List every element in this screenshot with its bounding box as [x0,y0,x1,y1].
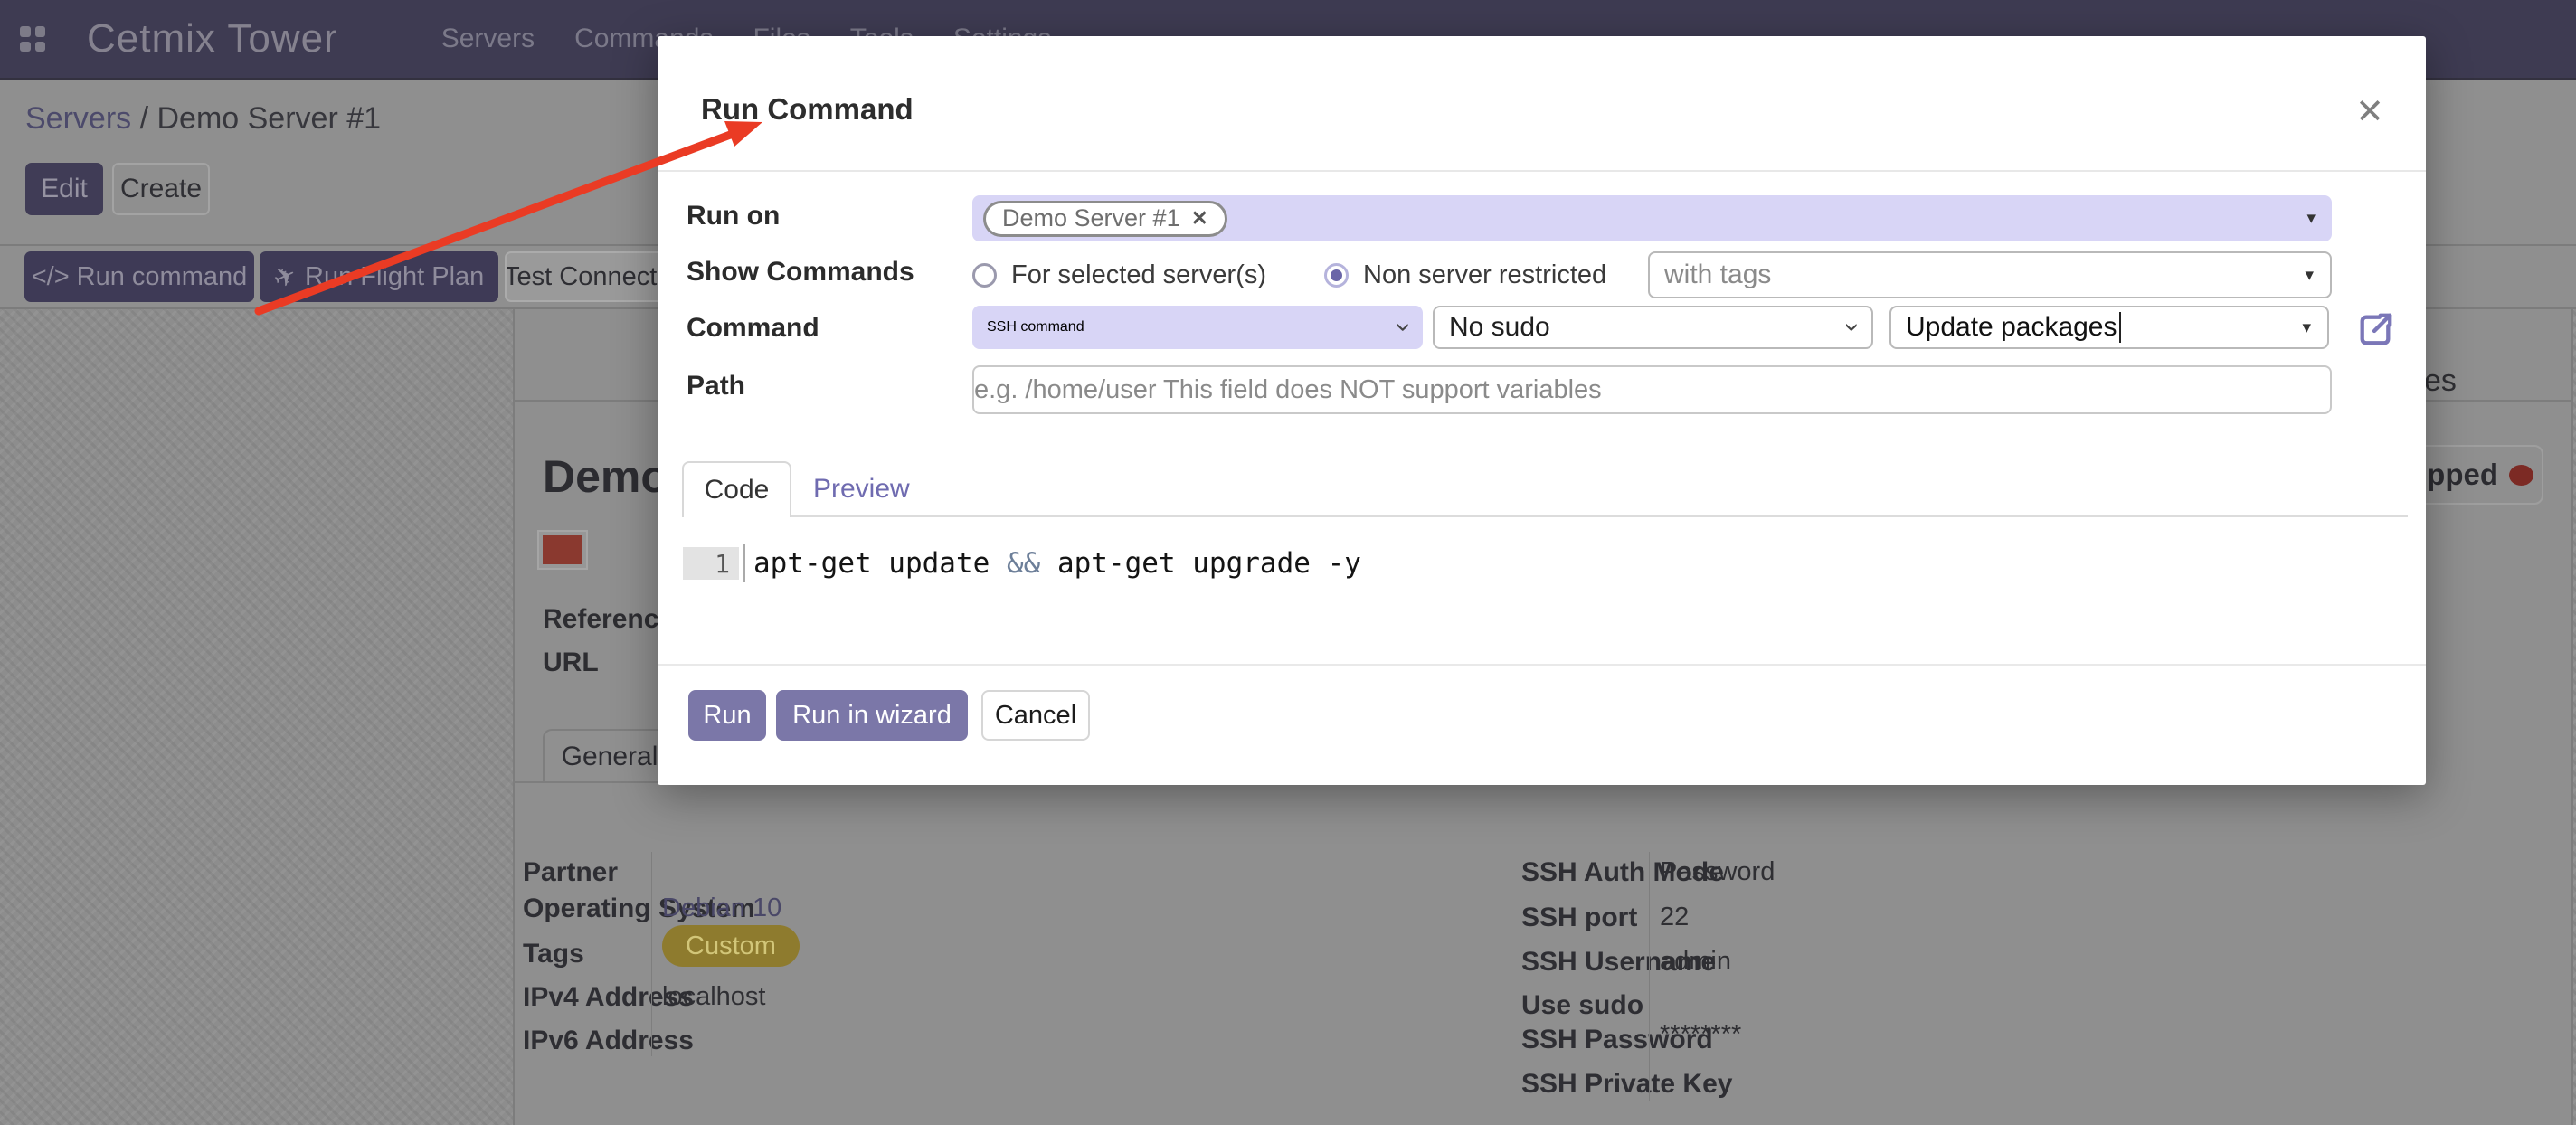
tag-custom-badge[interactable]: Custom [662,925,800,967]
radio-non-server-restricted-label[interactable]: Non server restricted [1363,260,1606,290]
apps-grid-icon[interactable] [20,26,45,52]
caret-down-icon[interactable]: ▾ [2306,208,2316,229]
tab-preview[interactable]: Preview [813,474,910,505]
with-tags-select[interactable]: with tags ▾ [1648,251,2332,298]
ssh-password-value: ******** [1660,1020,1741,1050]
tab-general[interactable]: General [543,729,677,783]
os-value[interactable]: Debian 10 [662,893,781,923]
status-stopped-dot-icon [2509,465,2533,486]
code-text: apt-get upgrade -y [1040,547,1361,580]
tabs-border [682,515,2408,517]
chevron-down-icon[interactable]: › [1837,323,1868,332]
tag-remove-icon[interactable]: ✕ [1191,206,1208,231]
edit-button[interactable]: Edit [25,163,103,215]
menu-servers[interactable]: Servers [440,20,536,58]
path-label: Path [687,371,745,402]
button-box-text-fragment: es [2424,364,2457,399]
path-placeholder: e.g. /home/user This field does NOT supp… [974,375,1602,405]
command-type-value: SSH command [987,319,1084,336]
with-tags-placeholder: with tags [1664,260,1771,290]
path-input[interactable]: e.g. /home/user This field does NOT supp… [972,365,2332,414]
command-type-select[interactable]: SSH command › [972,306,1423,349]
create-button[interactable]: Create [112,163,210,215]
tags-label: Tags [523,939,584,969]
run-command-button[interactable]: </>Run command [24,251,254,302]
show-commands-label: Show Commands [687,257,914,288]
cancel-button[interactable]: Cancel [981,690,1090,741]
command-name-value: Update packages [1906,312,2117,343]
radio-for-selected-servers[interactable] [972,263,997,288]
modal-header-divider [658,170,2426,172]
breadcrumb: Servers / Demo Server #1 [25,101,381,137]
use-sudo-label: Use sudo [1521,990,1643,1021]
ssh-port-label: SSH port [1521,903,1637,933]
command-name-combobox[interactable]: Update packages ▾ [1889,306,2329,349]
code-line-number: 1 [683,547,739,580]
ssh-private-key-label: SSH Private Key [1521,1069,1732,1100]
ipv4-value: localhost [662,982,765,1012]
url-label: URL [543,648,599,678]
left-column-divider [651,852,652,1056]
command-label: Command [687,313,819,344]
tab-code[interactable]: Code [682,461,791,517]
code-icon: </> [32,262,70,292]
show-commands-radios: For selected server(s) Non server restri… [972,251,1606,298]
breadcrumb-servers-link[interactable]: Servers [25,101,131,136]
notebook-border [513,781,663,783]
tags-value[interactable]: Custom [662,931,800,961]
ipv6-label: IPv6 Address [523,1026,694,1056]
breadcrumb-current: Demo Server #1 [156,101,381,136]
chevron-down-icon[interactable]: › [1388,323,1419,332]
code-operator: && [1007,547,1040,580]
run-on-field[interactable]: Demo Server #1 ✕ ▾ [972,195,2332,241]
ssh-auth-mode-value: Password [1660,857,1775,887]
run-flight-plan-button[interactable]: ✈Run Flight Plan [260,251,498,302]
code-cursor [743,544,745,582]
right-column-divider [1649,852,1650,1101]
breadcrumb-separator: / [131,101,156,136]
close-icon[interactable]: ✕ [2347,89,2392,134]
reference-label: Reference [543,604,674,635]
run-command-modal: Run Command ✕ Run on Demo Server #1 ✕ ▾ … [658,36,2426,785]
code-editor-line[interactable]: apt-get update && apt-get upgrade -y [753,547,1361,580]
sudo-value: No sudo [1449,312,1550,343]
ssh-port-value: 22 [1660,903,1689,932]
caret-down-icon[interactable]: ▾ [2302,317,2311,338]
plane-icon: ✈ [268,258,301,296]
server-tag-label: Demo Server #1 [1002,204,1180,232]
text-cursor [2119,312,2121,343]
color-swatch-fill [543,535,582,564]
external-link-icon[interactable] [2356,311,2394,349]
sudo-select[interactable]: No sudo › [1433,306,1873,349]
radio-for-selected-servers-label[interactable]: For selected server(s) [1011,260,1266,290]
partner-label: Partner [523,857,618,888]
run-on-label: Run on [687,201,780,232]
modal-footer-divider [658,664,2426,666]
code-text: apt-get update [753,547,1007,580]
caret-down-icon[interactable]: ▾ [2305,265,2314,286]
app-brand: Cetmix Tower [87,16,338,61]
ssh-username-value: admin [1660,947,1731,977]
server-color-swatch[interactable] [537,530,588,570]
run-in-wizard-button[interactable]: Run in wizard [776,690,968,741]
run-button[interactable]: Run [688,690,766,741]
modal-title: Run Command [701,92,914,127]
server-tag-chip[interactable]: Demo Server #1 ✕ [983,201,1227,237]
radio-non-server-restricted[interactable] [1324,263,1349,288]
